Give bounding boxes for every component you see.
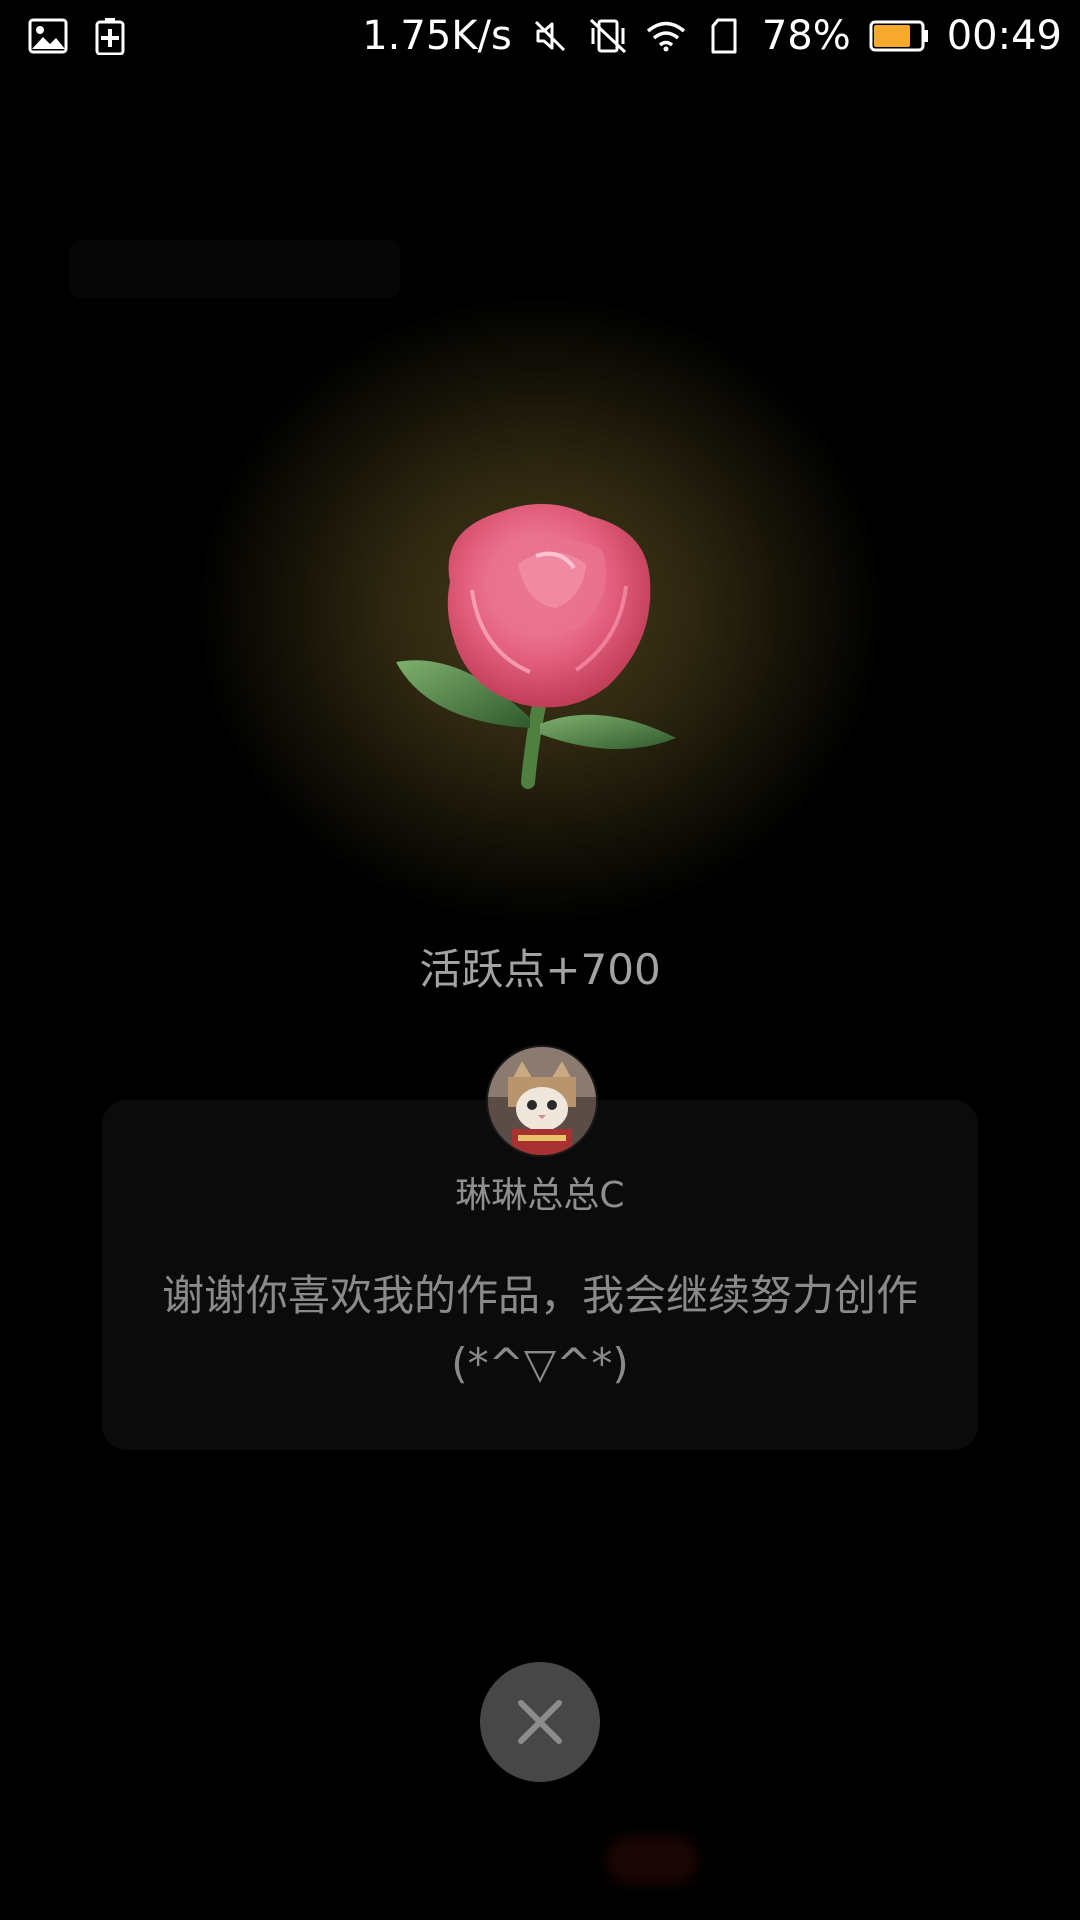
dimmed-background-element [70, 240, 400, 298]
status-bar: 1.75K/s 78% 00:49 [0, 0, 1080, 72]
activity-points-text: 活跃点+700 [419, 945, 661, 994]
status-right: 1.75K/s 78% 00:49 [362, 12, 1062, 60]
user-avatar[interactable] [486, 1045, 598, 1157]
battery-percent: 78% [761, 13, 851, 59]
network-speed: 1.75K/s [362, 13, 512, 59]
battery-icon [869, 16, 929, 56]
cat-avatar [488, 1047, 596, 1155]
wifi-icon [646, 16, 686, 56]
rose-icon [380, 490, 720, 810]
gift-thanks-overlay: 1.75K/s 78% 00:49 活跃点+700 琳琳总总C 谢谢你喜欢我的作… [0, 0, 1080, 1920]
thanks-message: 谢谢你喜欢我的作品，我会继续努力创作(*^▽^*) [161, 1271, 918, 1388]
clock: 00:49 [946, 13, 1062, 59]
dimmed-background-element [606, 1836, 698, 1884]
vibrate-off-icon [588, 16, 628, 56]
close-button[interactable] [480, 1662, 600, 1782]
username: 琳琳总总C [455, 1175, 625, 1216]
gallery-icon [28, 16, 68, 56]
mute-icon [530, 16, 570, 56]
close-icon [518, 1700, 562, 1744]
status-left [28, 16, 130, 56]
battery-saver-icon [90, 16, 130, 56]
sim-icon [704, 16, 744, 56]
